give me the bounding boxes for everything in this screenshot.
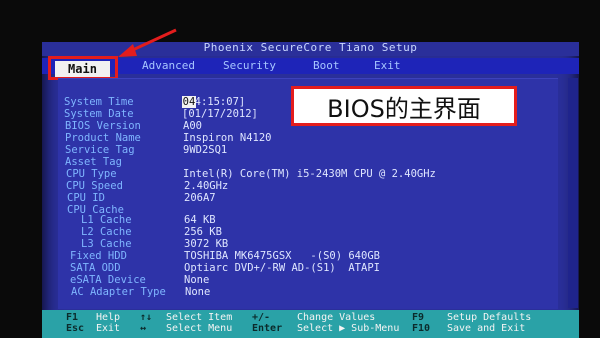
right-side-panel [568, 78, 578, 308]
value-fixed-hdd: TOSHIBA MK6475GSX -(S0) 640GB [184, 250, 380, 262]
label-system-date: System Date [64, 108, 134, 120]
help-desc-change-values: Change Values [297, 312, 376, 323]
label-cpu-speed: CPU Speed [66, 180, 123, 192]
menu-advanced[interactable]: Advanced [142, 59, 195, 72]
label-l3-cache: L3 Cache [81, 238, 132, 250]
value-sata-odd: Optiarc DVD+/-RW AD-(S1) ATAPI [184, 262, 380, 274]
label-l2-cache: L2 Cache [81, 226, 132, 238]
label-l1-cache: L1 Cache [81, 214, 132, 226]
help-desc-setup-defaults: Setup Defaults [447, 312, 532, 323]
label-sata-odd: SATA ODD [70, 262, 121, 274]
value-cpu-id: 206A7 [184, 192, 216, 204]
value-bios-version: A00 [183, 120, 202, 132]
value-cpu-type: Intel(R) Core(TM) i5-2430M CPU @ 2.40GHz [183, 168, 436, 180]
label-asset-tag: Asset Tag [65, 156, 122, 168]
label-ac-adapter-type: AC Adapter Type [71, 286, 166, 298]
label-cpu-id: CPU ID [67, 192, 105, 204]
help-bar-bottom-edge [42, 333, 579, 338]
value-product-name: Inspiron N4120 [183, 132, 272, 144]
bios-annotation-label: BIOS的主界面 [291, 86, 517, 126]
help-desc-select-item: Select Item [166, 312, 233, 323]
value-l1-cache: 64 KB [184, 214, 216, 226]
bios-title: Phoenix SecureCore Tiano Setup [203, 41, 418, 54]
value-l2-cache: 256 KB [184, 226, 222, 238]
menu-boot[interactable]: Boot [313, 59, 340, 72]
label-product-name: Product Name [65, 132, 141, 144]
value-system-date[interactable]: [01/17/2012] [182, 108, 258, 120]
main-highlight-box [48, 56, 118, 80]
label-cpu-type: CPU Type [66, 168, 117, 180]
help-key-f1: F1 [66, 312, 79, 323]
bios-title-bar: Phoenix SecureCore Tiano Setup [42, 41, 579, 56]
label-system-time: System Time [64, 96, 134, 108]
value-esata-device: None [184, 274, 210, 286]
value-cpu-speed: 2.40GHz [184, 180, 229, 192]
menu-bar: Advanced Security Boot Exit [42, 58, 579, 74]
help-key-plusminus: +/- [252, 312, 271, 323]
value-service-tag: 9WD2SQ1 [183, 144, 228, 156]
label-fixed-hdd: Fixed HDD [70, 250, 127, 262]
menu-exit[interactable]: Exit [374, 59, 401, 72]
label-bios-version: BIOS Version [65, 120, 141, 132]
menu-security[interactable]: Security [223, 59, 276, 72]
help-desc-help: Help [96, 312, 121, 323]
help-key-arrows: ↑↓ [140, 312, 153, 323]
value-ac-adapter-type: None [185, 286, 211, 298]
label-service-tag: Service Tag [65, 144, 135, 156]
value-l3-cache: 3072 KB [184, 238, 229, 250]
help-bar: F1 Help ↑↓ Select Item +/- Change Values… [42, 310, 579, 334]
label-esata-device: eSATA Device [70, 274, 146, 286]
help-key-f9: F9 [412, 312, 425, 323]
time-field-cursor[interactable]: 04 [182, 96, 196, 108]
